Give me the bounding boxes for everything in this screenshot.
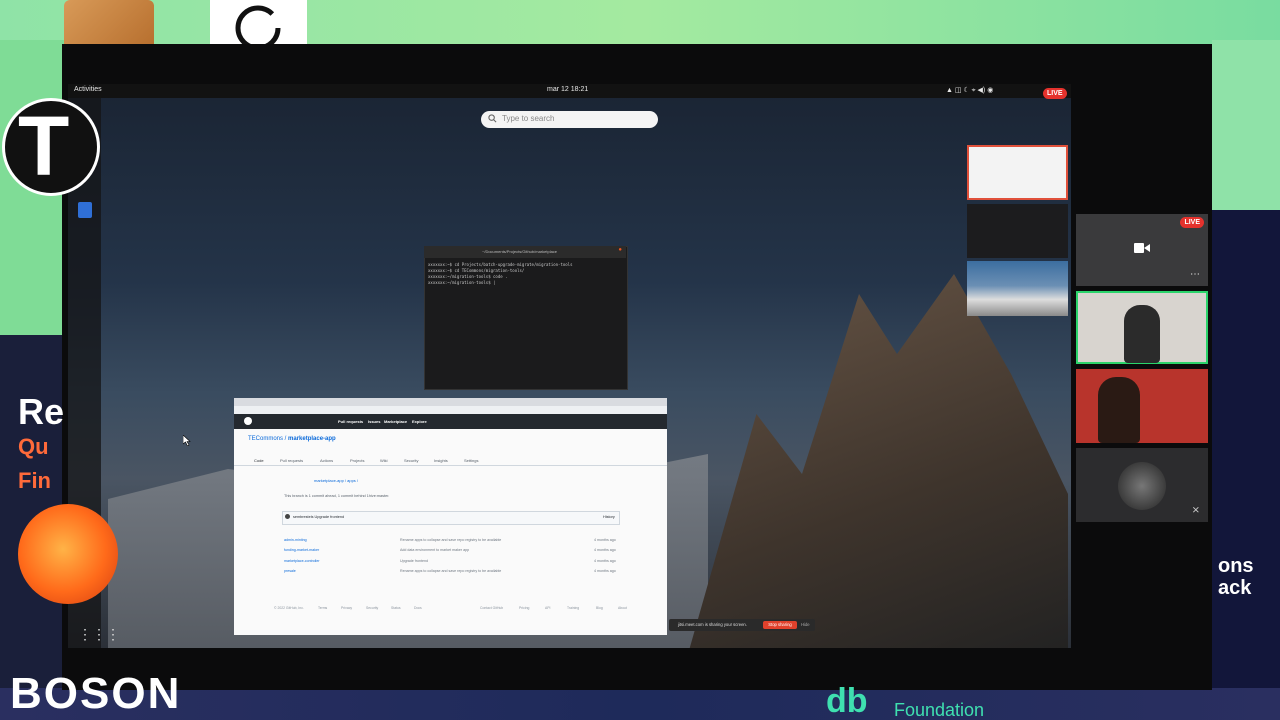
share-status-text: jitsi.meet.com is sharing your screen. [678, 622, 747, 627]
file-row-name[interactable]: funding-market-maker [284, 548, 319, 552]
avatar [1118, 462, 1166, 510]
repo-owner[interactable]: TECommons [248, 436, 283, 442]
search-icon [488, 114, 497, 123]
participant-video [1124, 305, 1160, 363]
repo-name[interactable]: marketplace-app [288, 436, 336, 442]
footer-link: © 2022 GitHub, Inc. [274, 606, 304, 610]
tab-code[interactable]: Code [254, 458, 264, 463]
tab-wiki[interactable]: Wiki [380, 458, 388, 463]
workspace-thumbnail-1[interactable] [967, 145, 1068, 200]
footer-link[interactable]: Privacy [341, 606, 352, 610]
file-row-message[interactable]: Add data environment to market maker app [400, 548, 469, 552]
participant-live-badge: LIVE [1180, 217, 1204, 228]
left-banner-text: Fin [18, 468, 51, 493]
left-banner-text: Qu [18, 434, 49, 459]
commit-notice: This branch is 1 commit ahead, 1 commit … [284, 494, 390, 498]
t-logo-letter: T [18, 99, 70, 193]
file-row-date: 4 months ago [594, 548, 616, 552]
participant-video [1098, 377, 1140, 443]
stop-sharing-button[interactable]: Stop sharing [763, 621, 797, 629]
workspace-thumbnail-2[interactable] [967, 204, 1068, 258]
footer-link[interactable]: Status [391, 606, 401, 610]
overlay-right-banner [1212, 40, 1280, 210]
footer-link[interactable]: Contact GitHub [480, 606, 503, 610]
nav-explore[interactable]: Explore [412, 419, 427, 424]
terminal-line: xxxxxxx:~/migration-tools$ code . [428, 274, 508, 279]
text-editor-icon[interactable] [78, 202, 92, 218]
file-row-message[interactable]: Rename apps to collapse and save repo re… [400, 569, 501, 573]
participant-tile-avatar[interactable]: ⨯ [1076, 448, 1208, 522]
participant-tile[interactable] [1076, 369, 1208, 443]
show-apps-icon[interactable]: ⋮⋮⋮ [78, 626, 120, 643]
tab-pull-requests[interactable]: Pull requests [280, 458, 303, 463]
avatar-dog-image [64, 0, 154, 44]
hide-button[interactable]: Hide [801, 622, 810, 627]
foundation-text: Foundation [894, 700, 985, 720]
mouse-pointer-icon [183, 435, 191, 446]
divider [234, 465, 667, 466]
file-row-name[interactable]: presale [284, 569, 296, 573]
footer-link[interactable]: Terms [318, 606, 327, 610]
file-row-message[interactable]: Upgrade frontend [400, 559, 428, 563]
workspace-thumbnail-3[interactable] [967, 261, 1068, 316]
github-logo-icon[interactable] [244, 417, 252, 425]
boson-logo: BOSON [10, 669, 182, 718]
github-header [234, 414, 667, 429]
file-row-date: 4 months ago [594, 569, 616, 573]
camera-icon [1134, 243, 1150, 253]
overlay-right-panel [1212, 210, 1280, 720]
clock[interactable]: mar 12 18:21 [547, 86, 588, 93]
terminal-line: xxxxxxx:~/migration-tools$ | [428, 280, 496, 285]
footer-link[interactable]: About [618, 606, 627, 610]
gnome-top-bar: Activities mar 12 18:21 ▲ ◫ ☾ ⌖ ◀) ◉ [68, 84, 1071, 98]
nav-issues[interactable]: Issues [368, 419, 380, 424]
avatar [285, 514, 290, 519]
footer-link[interactable]: API [545, 606, 550, 610]
terminal-line: xxxxxxx:~$ cd Projects/batch-upgrade-mig… [428, 262, 573, 267]
right-banner-text: ack [1218, 577, 1252, 599]
file-row-message[interactable]: Rename apps to collapse and save repo re… [400, 538, 501, 542]
participant-tile-screen[interactable]: LIVE ⋯ [1076, 214, 1208, 286]
live-badge: LIVE [1043, 88, 1067, 99]
footer-link[interactable]: Security [366, 606, 378, 610]
orange-swirl-logo [18, 504, 118, 604]
browser-url-bar[interactable] [234, 406, 667, 414]
activities-button[interactable]: Activities [74, 86, 102, 93]
right-banner-text: ons [1218, 555, 1254, 577]
left-banner-text: Re [18, 391, 65, 432]
file-row-date: 4 months ago [594, 559, 616, 563]
file-row-date: 4 months ago [594, 538, 616, 542]
repo-title[interactable]: TECommons / marketplace-app [248, 436, 336, 442]
branch-path[interactable]: marketplace-app / apps / [314, 478, 358, 483]
tab-projects[interactable]: Projects [350, 458, 364, 463]
history-link[interactable]: History [603, 515, 615, 519]
nav-marketplace[interactable]: Marketplace [384, 419, 407, 424]
system-tray-icons[interactable]: ▲ ◫ ☾ ⌖ ◀) ◉ [946, 86, 993, 95]
close-icon[interactable]: ● [618, 247, 622, 253]
tab-insights[interactable]: Insights [434, 458, 448, 463]
tab-settings[interactable]: Settings [464, 458, 478, 463]
footer-link[interactable]: Docs [414, 606, 422, 610]
terminal-line: xxxxxxx:~$ cd TECommons/migration-tools/ [428, 268, 525, 273]
browser-tab-strip[interactable] [234, 398, 667, 406]
footer-link[interactable]: Blog [596, 606, 603, 610]
file-row-name[interactable]: admin-minting [284, 538, 307, 542]
terminal-titlebar[interactable]: ~/Documents/Projects/Github/marketplace … [424, 246, 626, 258]
more-options-icon[interactable]: ⋯ [1190, 269, 1200, 280]
search-placeholder: Type to search [502, 114, 555, 123]
participant-tile-active[interactable] [1076, 291, 1208, 364]
tab-security[interactable]: Security [404, 458, 418, 463]
overlay-bottom-banner [0, 688, 1280, 720]
tab-actions[interactable]: Actions [320, 458, 333, 463]
footer-link[interactable]: Training [567, 606, 579, 610]
mic-muted-icon: ⨯ [1191, 505, 1200, 516]
commit-author[interactable]: sembrestels Upgrade frontend [293, 515, 344, 519]
file-row-name[interactable]: marketplace-controller [284, 559, 320, 563]
footer-link[interactable]: Pricing [519, 606, 529, 610]
nav-pull-requests[interactable]: Pull requests [338, 419, 363, 424]
terminal-title: ~/Documents/Projects/Github/marketplace [482, 249, 558, 254]
db-logo-icon: db [826, 682, 868, 720]
